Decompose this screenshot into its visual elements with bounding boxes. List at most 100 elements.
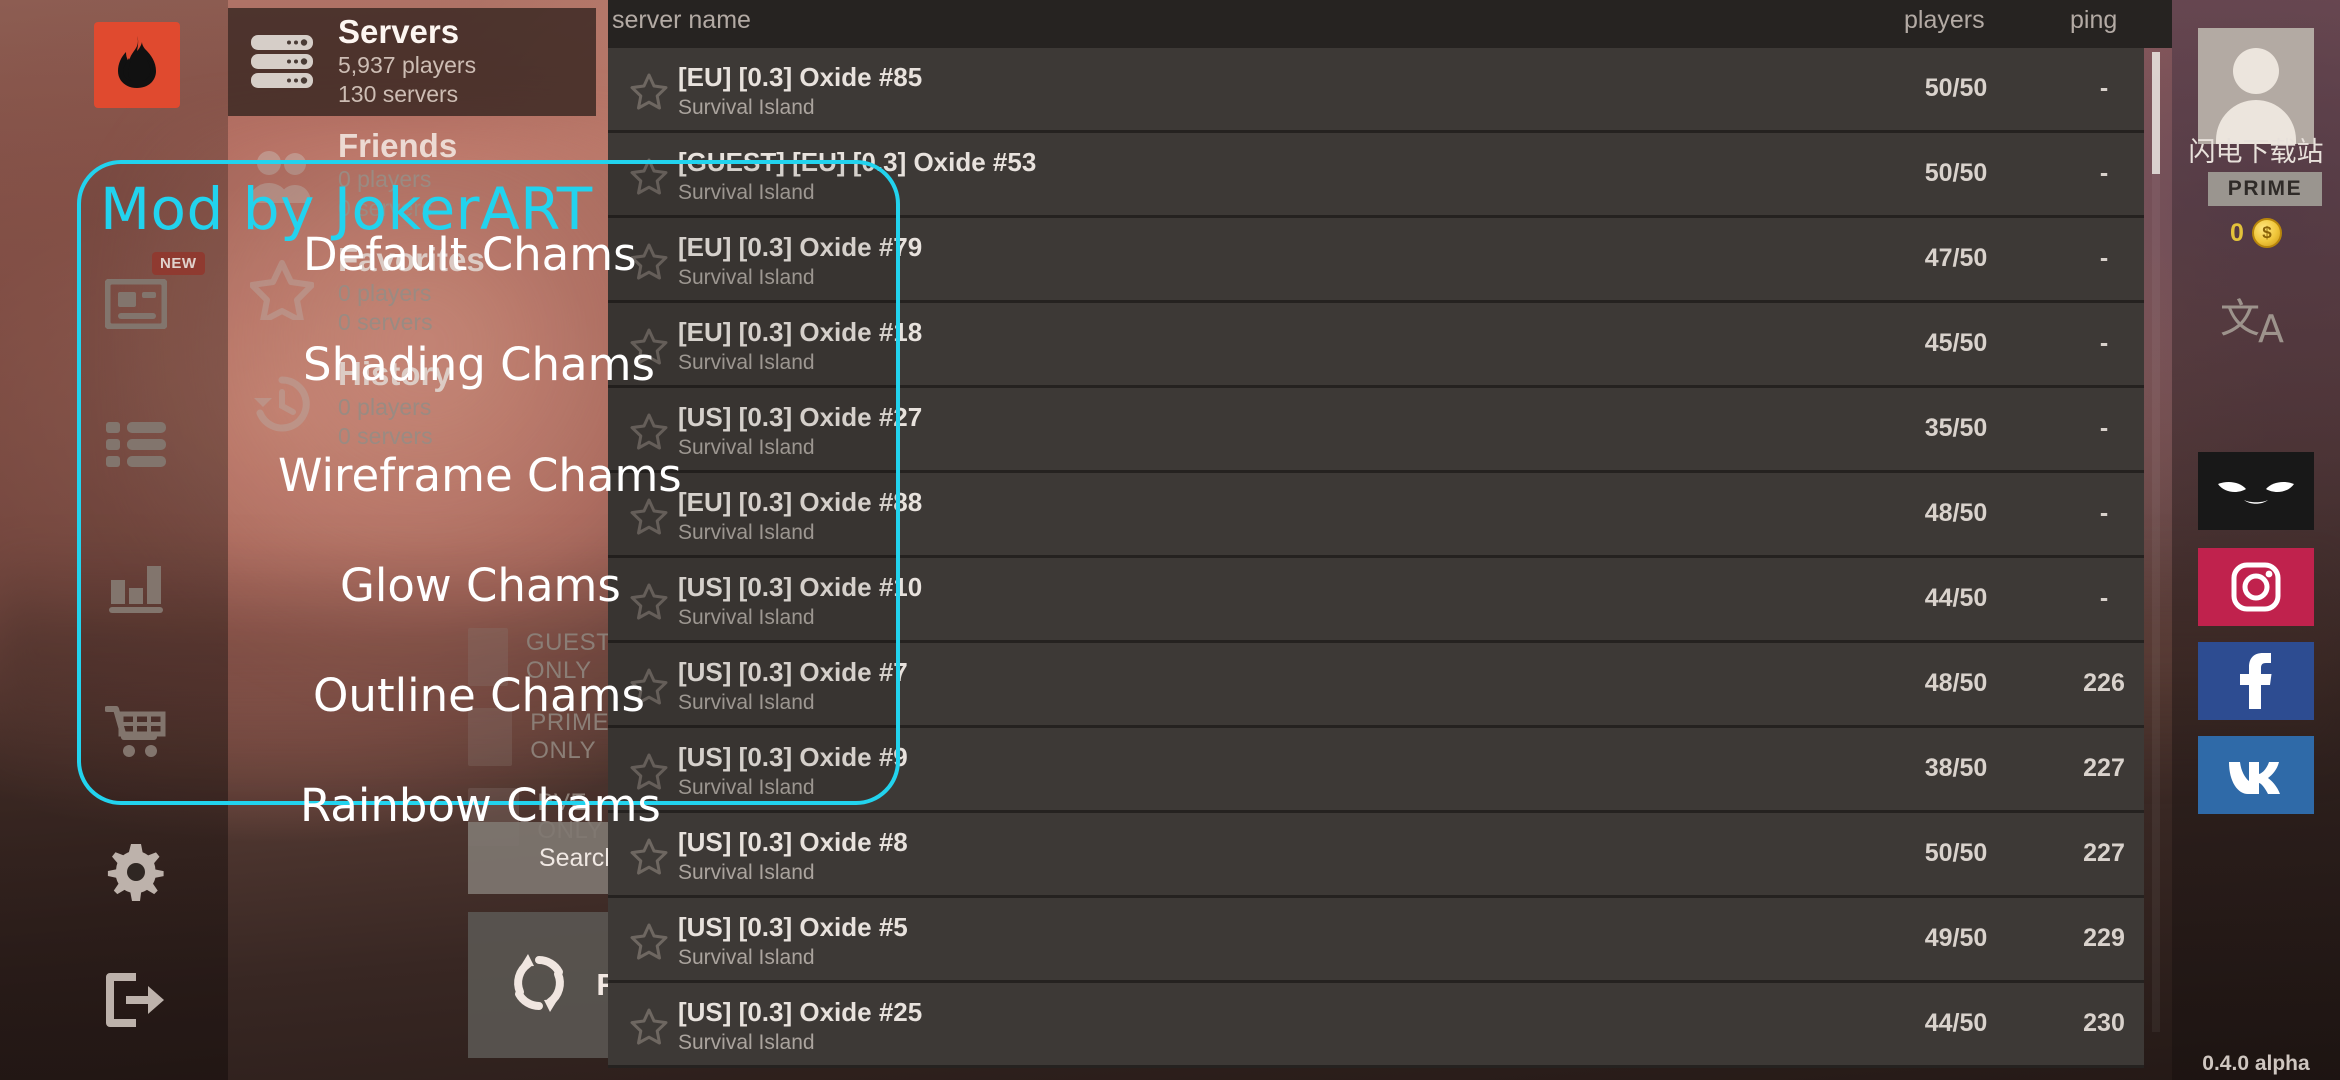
server-ping: - [2099,159,2109,187]
avatar-icon[interactable] [2198,28,2314,144]
sidebar-item-settings[interactable] [94,830,178,914]
table-row[interactable]: [US] [0.3] Oxide #9 Survival Island 38/50 2… [608,728,2144,813]
category-title: Servers [338,13,460,51]
translate-icon[interactable]: 文 A [2216,290,2304,362]
table-row[interactable]: [US] [0.3] Oxide #27 Survival Island 35/50… [608,388,2144,473]
mod-item-wireframe-chams[interactable]: Wireframe Chams [278,449,682,502]
cart-icon [105,705,167,759]
avatar-head [2233,48,2279,94]
server-map: Survival Island [678,691,815,714]
scrollbar-thumb[interactable] [2152,52,2160,174]
server-ping: 230 [2083,1009,2125,1037]
category-players: 5,937 players [338,52,477,79]
category-servers-count: 0 servers [338,423,433,450]
table-row[interactable]: [US] [0.3] Oxide #5 Survival Island 49/50 2… [608,898,2144,983]
server-ping: - [2099,74,2109,102]
table-row[interactable]: [EU] [0.3] Oxide #85 Survival Island 50/50… [608,48,2144,133]
table-row[interactable]: [EU] [0.3] Oxide #88 Survival Island 48/50… [608,473,2144,558]
server-players: 44/50 [1924,584,1988,612]
refresh-icon [508,952,570,1019]
account-nickname: 闪电下载站 [2188,137,2324,167]
news-icon [105,279,167,329]
server-players: 49/50 [1924,924,1988,952]
server-players: 48/50 [1924,669,1988,697]
news-new-badge: NEW [152,252,205,275]
server-name: [EU] [0.3] Oxide #79 [678,232,923,262]
category-panel: Servers 5,937 players 130 servers Friend… [228,0,796,1080]
server-ping: 227 [2083,754,2125,782]
server-ping: 226 [2083,669,2125,697]
server-players: 50/50 [1924,159,1988,187]
table-scrollbar[interactable] [2152,52,2160,1032]
server-players: 50/50 [1924,839,1988,867]
server-map: Survival Island [678,96,815,119]
favorite-star-icon[interactable] [630,582,668,620]
version-label: 0.4.0 alpha [2202,1052,2310,1075]
sidebar-item-logout[interactable] [94,958,178,1042]
svg-text:A: A [2258,307,2284,351]
table-row[interactable]: [EU] [0.3] Oxide #79 Survival Island 47/50… [608,218,2144,303]
table-row[interactable]: [GUEST] [EU] [0.3] Oxide #53 Survival Isl… [608,133,2144,218]
facebook-icon[interactable] [2198,642,2314,720]
app-window: NEW Servers 5,937 players 130 servers Fr… [0,0,2340,1080]
sidebar-item-list[interactable] [94,402,178,486]
app-logo [94,22,180,108]
server-players: 44/50 [1924,1009,1988,1037]
stats-icon [107,560,165,614]
server-map: Survival Island [678,1031,815,1054]
prime-label: PRIME [2227,177,2303,200]
account-rail: 闪电下载站 PRIME 0 $ 文 A 0.4.0 alpha [2172,0,2340,1080]
table-row[interactable]: [US] [0.3] Oxide #7 Survival Island 48/50 2… [608,643,2144,728]
server-map: Survival Island [678,861,815,884]
server-map: Survival Island [678,266,815,289]
server-name: [US] [0.3] Oxide #7 [678,657,908,687]
server-ping: - [2099,414,2109,442]
server-name: [US] [0.3] Oxide #9 [678,742,908,772]
favorite-star-icon[interactable] [630,72,668,110]
category-servers-count: 130 servers [338,81,459,108]
flame-icon [109,34,165,97]
sidebar-item-stats[interactable] [94,545,178,629]
favorite-star-icon[interactable] [630,837,668,875]
category-title: Friends [338,127,458,165]
server-map: Survival Island [678,436,815,459]
column-header-name: server name [612,6,751,34]
mod-item-glow-chams[interactable]: Glow Chams [340,559,621,612]
server-players: 47/50 [1924,244,1988,272]
server-ping: - [2099,329,2109,357]
server-name: [US] [0.3] Oxide #27 [678,402,923,432]
dark-mascot-icon[interactable] [2198,452,2314,530]
server-ping: - [2099,244,2109,272]
svg-text:文: 文 [2220,296,2260,342]
table-body: [EU] [0.3] Oxide #85 Survival Island 50/50… [608,48,2172,1080]
favorite-star-icon[interactable] [630,1007,668,1045]
prime-button[interactable]: PRIME [2208,172,2322,206]
server-players: 35/50 [1924,414,1988,442]
category-servers[interactable]: Servers 5,937 players 130 servers [228,8,596,116]
server-players: 38/50 [1924,754,1988,782]
mod-item-rainbow-chams[interactable]: Rainbow Chams [300,779,661,832]
server-ping: - [2099,584,2109,612]
server-players: 45/50 [1924,329,1988,357]
table-header: server name players ping [608,0,2172,48]
logout-icon [104,973,168,1027]
table-row[interactable]: [US] [0.3] Oxide #10 Survival Island 44/50… [608,558,2144,643]
instagram-icon[interactable] [2198,548,2314,626]
favorite-star-icon[interactable] [630,412,668,450]
table-row[interactable]: [EU] [0.3] Oxide #18 Survival Island 45/50… [608,303,2144,388]
server-map: Survival Island [678,606,815,629]
server-map: Survival Island [678,181,815,204]
table-row[interactable]: [US] [0.3] Oxide #8 Survival Island 50/50 2… [608,813,2144,898]
favorite-star-icon[interactable] [630,497,668,535]
mod-item-default-chams[interactable]: Default Chams [303,228,637,281]
sidebar-item-shop[interactable] [94,690,178,774]
favorite-star-icon[interactable] [630,922,668,960]
column-header-ping: ping [2070,6,2118,34]
mod-item-outline-chams[interactable]: Outline Chams [313,669,645,722]
vk-icon[interactable] [2198,736,2314,814]
favorite-star-icon[interactable] [630,157,668,195]
table-row[interactable]: [US] [0.3] Oxide #25 Survival Island 44/50… [608,983,2144,1068]
mod-item-shading-chams[interactable]: Shading Chams [303,338,655,391]
server-map: Survival Island [678,521,815,544]
gear-icon [105,841,167,903]
